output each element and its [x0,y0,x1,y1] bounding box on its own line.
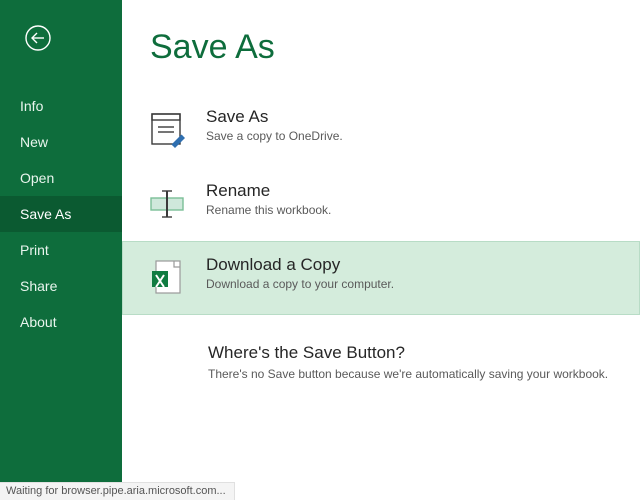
back-arrow-icon [24,24,52,52]
nav-item-about[interactable]: About [0,304,122,340]
nav-item-save-as[interactable]: Save As [0,196,122,232]
rename-icon [144,181,190,227]
backstage-sidebar: Info New Open Save As Print Share About [0,0,122,500]
save-as-icon [144,107,190,153]
option-title: Rename [206,181,331,201]
page-title: Save As [150,28,640,67]
back-button[interactable] [18,18,58,58]
option-rename[interactable]: Rename Rename this workbook. [122,167,640,241]
option-download-copy[interactable]: Download a Copy Download a copy to your … [122,241,640,315]
options-list: Save As Save a copy to OneDrive. Rename … [122,93,640,315]
nav-item-new[interactable]: New [0,124,122,160]
status-bar: Waiting for browser.pipe.aria.microsoft.… [0,482,235,500]
option-save-as[interactable]: Save As Save a copy to OneDrive. [122,93,640,167]
option-subtitle: Save a copy to OneDrive. [206,129,343,143]
option-title: Save As [206,107,343,127]
option-title: Download a Copy [206,255,394,275]
info-text: There's no Save button because we're aut… [208,367,640,381]
option-subtitle: Download a copy to your computer. [206,277,394,291]
download-copy-icon [144,255,190,301]
nav-item-info[interactable]: Info [0,88,122,124]
nav-item-share[interactable]: Share [0,268,122,304]
info-block: Where's the Save Button? There's no Save… [208,343,640,381]
option-subtitle: Rename this workbook. [206,203,331,217]
info-title: Where's the Save Button? [208,343,640,363]
main-panel: Save As Save As Save a copy to OneDrive. [122,0,640,500]
nav-item-open[interactable]: Open [0,160,122,196]
nav-item-print[interactable]: Print [0,232,122,268]
nav-list: Info New Open Save As Print Share About [0,88,122,340]
